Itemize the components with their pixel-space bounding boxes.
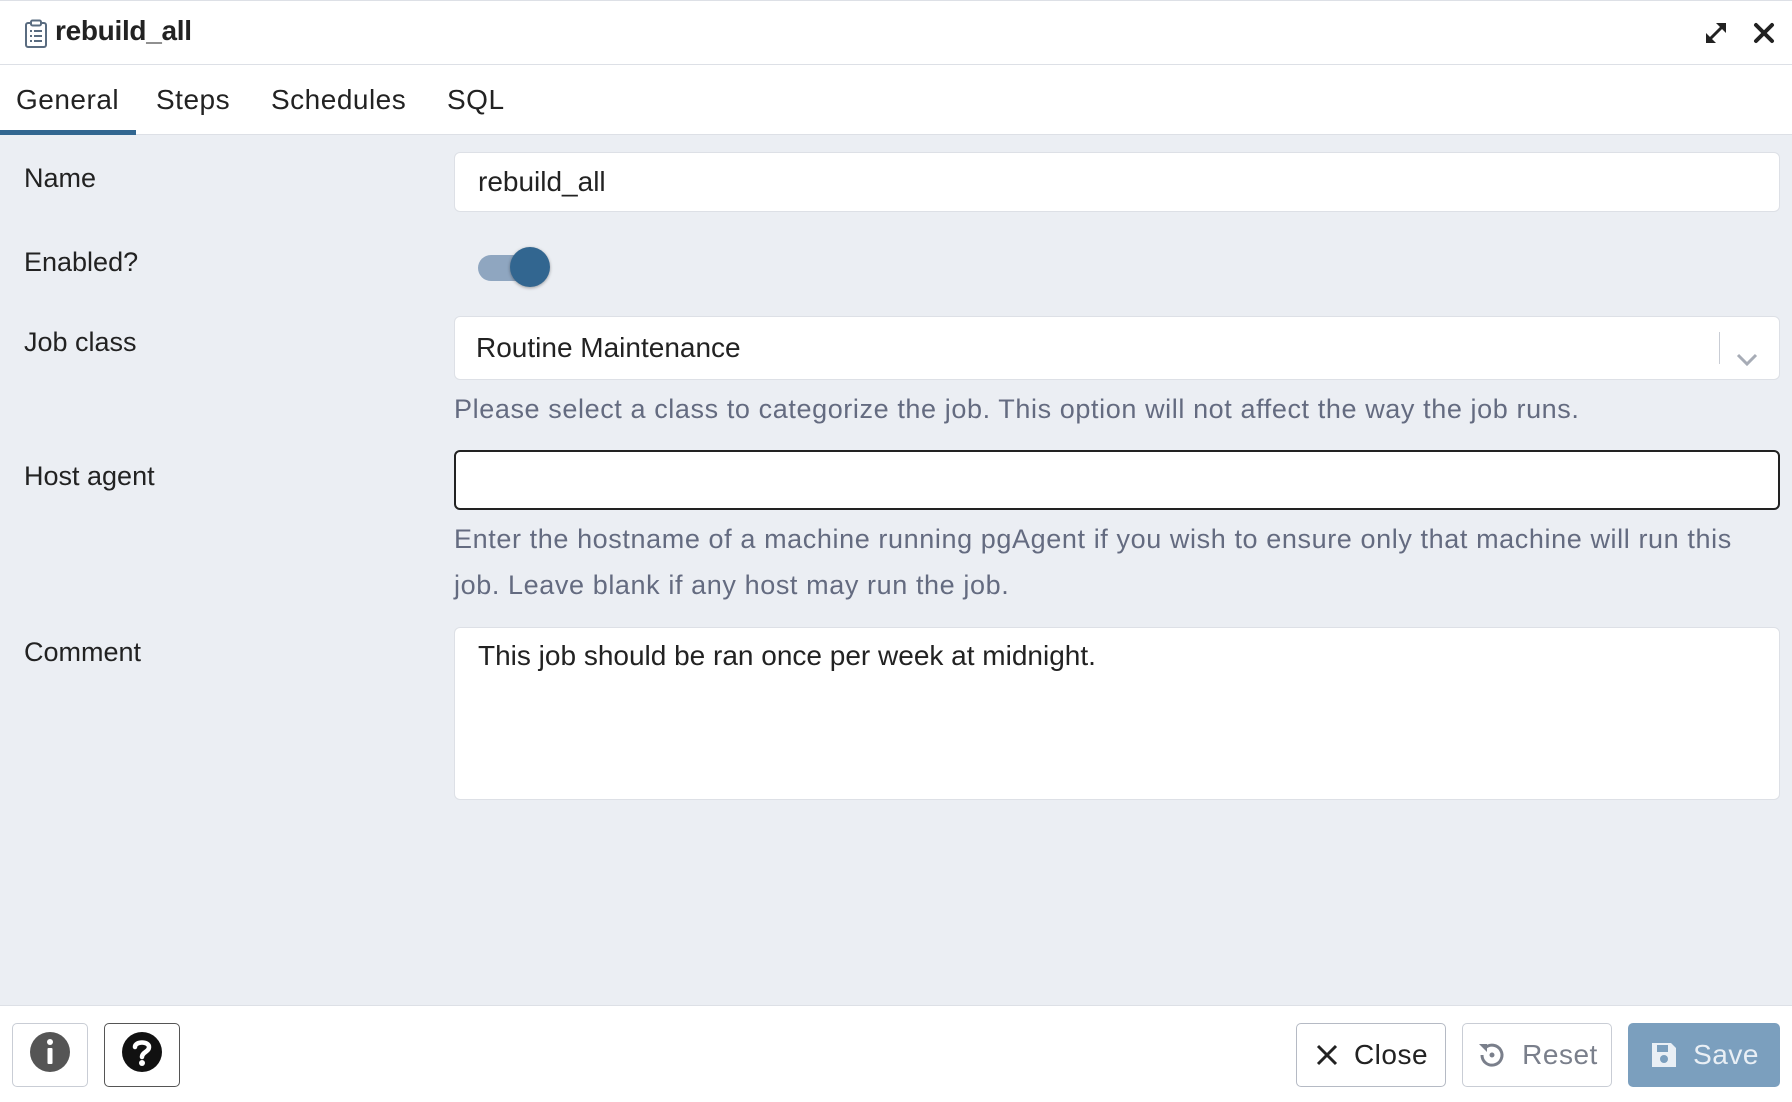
host-agent-label: Host agent [24, 461, 155, 491]
close-icon[interactable] [1748, 17, 1780, 49]
save-icon [1649, 1040, 1679, 1070]
name-label: Name [24, 163, 97, 193]
close-icon [1314, 1042, 1340, 1068]
close-button-label: Close [1353, 1039, 1429, 1070]
reset-button[interactable]: Reset [1462, 1023, 1612, 1087]
dialog-footer: Close Reset Save [0, 1005, 1792, 1102]
close-button[interactable]: Close [1296, 1023, 1446, 1087]
tab-bar: General Steps Schedules SQL [0, 65, 1792, 135]
job-class-select[interactable]: Routine Maintenance [454, 316, 1780, 380]
expand-icon[interactable] [1700, 17, 1732, 49]
clipboard-icon [24, 19, 48, 49]
host-agent-input[interactable] [454, 450, 1780, 510]
job-class-help: Please select a class to categorize the … [454, 394, 1580, 424]
enabled-label: Enabled? [24, 247, 139, 277]
comment-label: Comment [24, 637, 142, 667]
name-input[interactable]: rebuild_all [454, 152, 1780, 212]
info-icon [29, 1031, 71, 1080]
host-agent-help: Enter the hostname of a machine running … [454, 524, 1732, 600]
dialog-title: rebuild_all [55, 15, 192, 46]
tab-steps[interactable]: Steps [156, 65, 230, 135]
tab-sql[interactable]: SQL [447, 65, 505, 135]
dialog-titlebar[interactable]: rebuild_all [0, 0, 1792, 65]
comment-textarea[interactable]: This job should be ran once per week at … [454, 627, 1780, 800]
help-button[interactable] [104, 1023, 180, 1087]
save-button[interactable]: Save [1628, 1023, 1780, 1087]
tab-general[interactable]: General [0, 65, 136, 135]
job-class-value: Routine Maintenance [476, 332, 741, 363]
select-divider [1719, 332, 1720, 364]
toggle-knob [510, 247, 550, 287]
help-icon [121, 1031, 163, 1080]
job-properties-dialog: rebuild_all General Steps Schedules SQL … [0, 0, 1792, 1102]
enabled-toggle[interactable] [476, 245, 552, 289]
general-form: Name rebuild_all Enabled? Job class Rout… [0, 135, 1792, 1005]
job-class-label: Job class [24, 327, 137, 357]
info-button[interactable] [12, 1023, 88, 1087]
reset-button-label: Reset [1522, 1039, 1598, 1070]
save-button-label: Save [1693, 1039, 1759, 1070]
reset-icon [1476, 1039, 1508, 1071]
tab-schedules[interactable]: Schedules [271, 65, 406, 135]
